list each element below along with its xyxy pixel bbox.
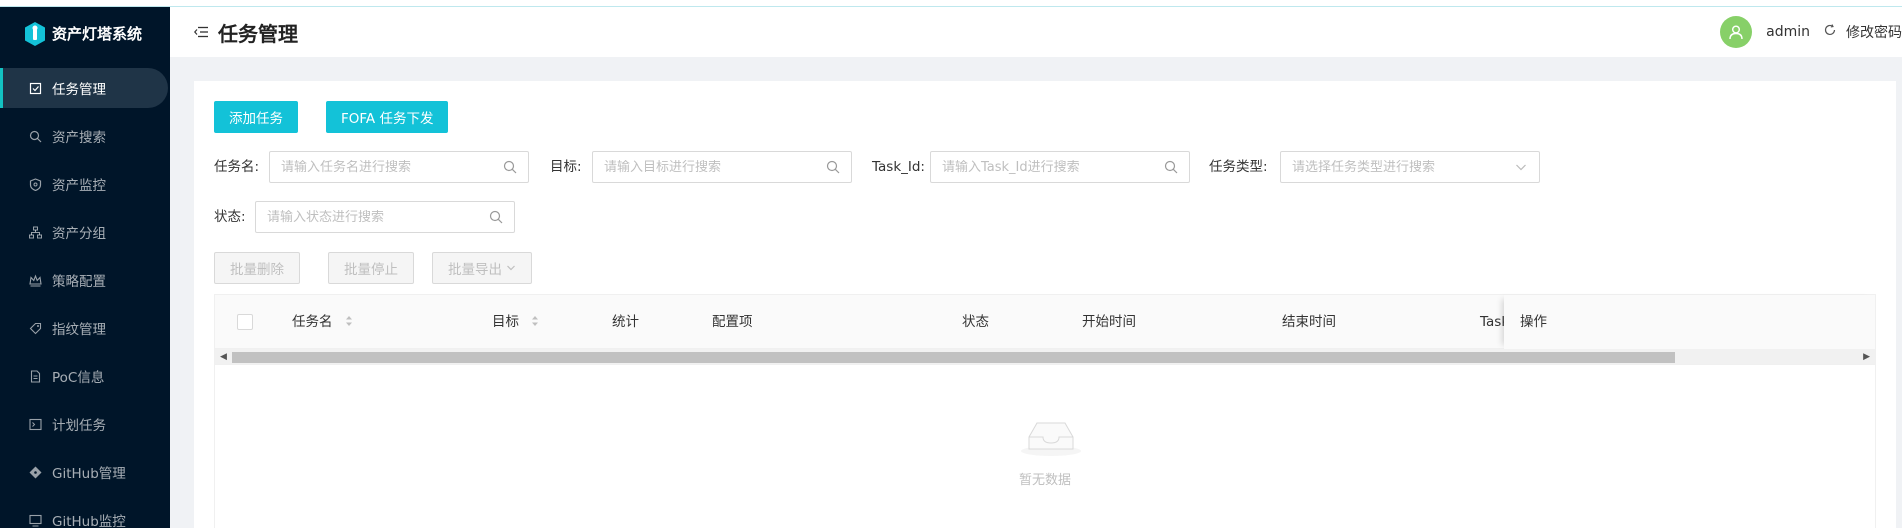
sidebar-item-label: 计划任务 [52,418,106,434]
sidebar-item-label: 策略配置 [52,274,106,290]
top-border [0,0,1902,7]
sidebar-item-github-monitor[interactable]: GitHub监控 [0,500,170,528]
target-label: 目标: [550,159,582,175]
empty-state: 暂无数据 [215,365,1875,528]
sidebar-item-fingerprint[interactable]: 指纹管理 [0,308,170,348]
sidebar-item-label: 资产搜索 [52,130,106,146]
task-id-input[interactable] [942,159,1164,175]
column-label: 任务名 [292,314,333,330]
task-name-search[interactable] [269,151,529,183]
sidebar-item-label: 资产分组 [52,226,106,242]
task-icon [28,81,42,95]
user-area: admin 修改密码 [1720,7,1902,57]
monitor-icon [28,513,42,527]
sidebar-item-asset-group[interactable]: 资产分组 [0,212,170,252]
column-header-stats: 统计 [612,314,639,330]
status-input[interactable] [267,209,489,225]
user-icon [1729,25,1743,40]
column-label: 目标 [492,314,519,330]
sidebar-item-github-management[interactable]: GitHub管理 [0,452,170,492]
batch-export-label: 批量导出 [448,262,502,278]
change-password-link[interactable]: 修改密码 [1846,22,1902,42]
status-label: 状态: [214,209,246,225]
task-id-label: Task_Id: [872,159,925,175]
horizontal-scrollbar[interactable]: ◀ ▶ [215,349,1875,365]
column-header-status: 状态 [962,314,989,330]
git-icon [28,465,42,479]
scrollbar-thumb[interactable] [232,352,1675,363]
cluster-icon [28,225,42,239]
terminal-icon [28,417,42,431]
column-header-start-time: 开始时间 [1082,314,1136,330]
status-search[interactable] [255,201,515,233]
task-type-input[interactable] [1292,159,1514,175]
column-header-end-time: 结束时间 [1282,314,1336,330]
chevron-down-icon [507,265,515,271]
menu-fold-icon[interactable] [194,26,208,38]
reload-icon [1824,24,1836,40]
page-title: 任务管理 [218,21,298,46]
search-icon [28,129,42,143]
task-id-search[interactable] [930,151,1190,183]
shield-icon [28,177,42,191]
main-content: 添加任务 FOFA 任务下发 任务名: 目标: Task_Id: 任务类型: 状… [194,81,1896,528]
app-logo[interactable]: 资产灯塔系统 [0,7,170,60]
task-type-label: 任务类型: [1209,159,1268,175]
chevron-down-icon [1516,164,1526,171]
fixed-actions-column: 操作 [1504,295,1875,349]
fofa-task-button[interactable]: FOFA 任务下发 [326,101,449,133]
table-header: 任务名 目标 统计 配置项 状态 开始时间 结束时间 Task 操作 [215,295,1875,349]
lighthouse-logo-icon [25,21,45,46]
sidebar-item-label: PoC信息 [52,370,105,386]
search-icon[interactable] [826,160,840,174]
empty-text: 暂无数据 [1018,473,1071,488]
batch-stop-button[interactable]: 批量停止 [328,252,414,284]
sidebar: 资产灯塔系统 任务管理 资产搜索 资产监控 资产分组 策略配置 指纹管理 PoC… [0,7,170,528]
search-icon[interactable] [489,210,503,224]
scroll-left-arrow-icon[interactable]: ◀ [220,352,227,362]
tag-icon [28,321,42,335]
sidebar-item-scheduled-task[interactable]: 计划任务 [0,404,170,444]
sidebar-item-task-management[interactable]: 任务管理 [0,68,168,108]
crown-icon [28,273,42,287]
sort-icon[interactable] [531,315,539,327]
sidebar-item-label: 指纹管理 [52,322,106,338]
sort-icon[interactable] [345,315,353,327]
empty-inbox-icon [1021,422,1081,456]
sidebar-item-poc-info[interactable]: PoC信息 [0,356,170,396]
username[interactable]: admin [1766,24,1810,40]
sidebar-item-asset-monitor[interactable]: 资产监控 [0,164,170,204]
task-type-select[interactable] [1280,151,1540,183]
column-header-task-name[interactable]: 任务名 [292,295,353,349]
sidebar-item-label: GitHub管理 [52,466,126,482]
column-header-target[interactable]: 目标 [492,295,539,349]
column-header-config: 配置项 [712,314,753,330]
sidebar-item-asset-search[interactable]: 资产搜索 [0,116,170,156]
select-all-checkbox[interactable] [237,314,253,330]
task-name-input[interactable] [281,159,503,175]
sidebar-item-label: 资产监控 [52,178,106,194]
sidebar-item-label: GitHub监控 [52,514,126,528]
task-name-label: 任务名: [214,159,260,175]
target-search[interactable] [592,151,852,183]
add-task-button[interactable]: 添加任务 [214,101,298,133]
app-title: 资产灯塔系统 [52,25,143,43]
scroll-right-arrow-icon[interactable]: ▶ [1863,352,1870,362]
sidebar-item-label: 任务管理 [52,82,106,98]
top-header: 任务管理 admin 修改密码 [170,7,1902,57]
sidebar-item-strategy-config[interactable]: 策略配置 [0,260,170,300]
search-icon[interactable] [503,160,517,174]
target-input[interactable] [604,159,826,175]
file-icon [28,369,42,383]
avatar[interactable] [1720,16,1753,48]
task-table: 任务名 目标 统计 配置项 状态 开始时间 结束时间 Task 操作 ◀ ▶ 暂… [214,294,1876,528]
batch-export-dropdown[interactable]: 批量导出 [432,252,532,284]
batch-delete-button[interactable]: 批量删除 [214,252,300,284]
search-icon[interactable] [1164,160,1178,174]
column-header-actions: 操作 [1520,314,1547,330]
